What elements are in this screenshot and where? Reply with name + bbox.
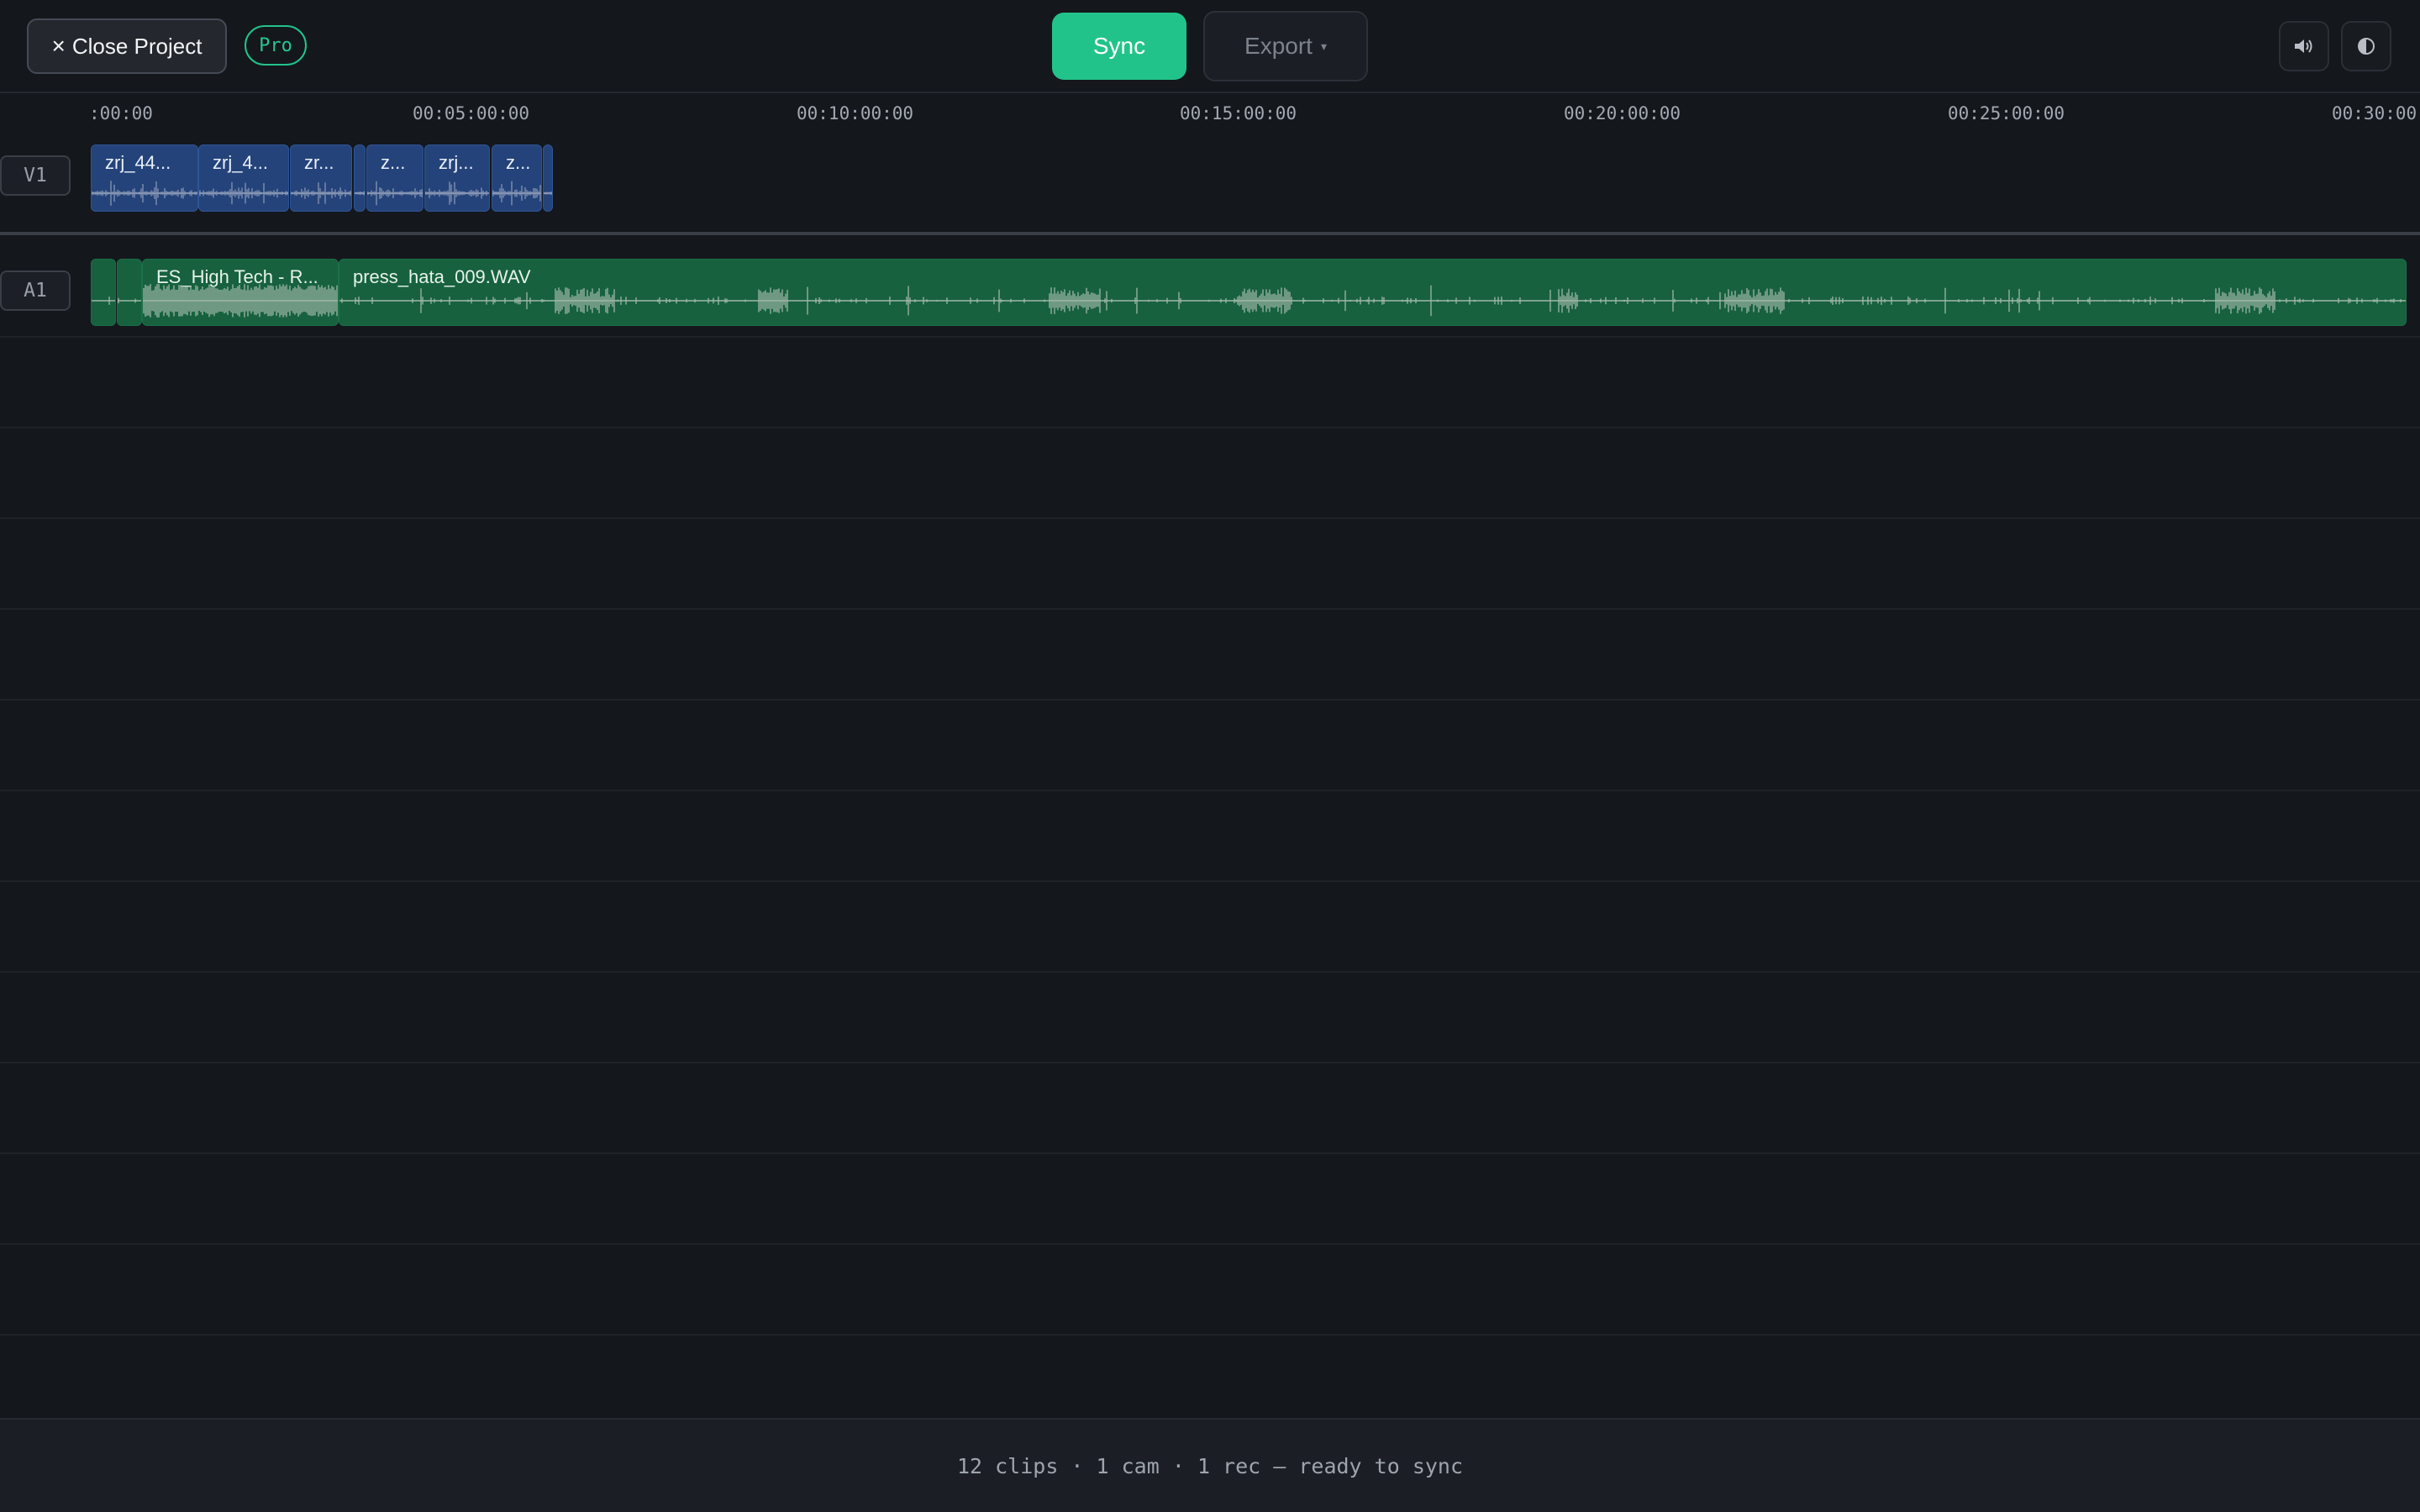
ruler-tick: 00:30:00 — [2332, 103, 2417, 123]
close-icon: × — [51, 33, 66, 59]
track-label-a1[interactable]: A1 — [0, 270, 71, 311]
timeline-lanes[interactable] — [0, 336, 2420, 1418]
close-project-button[interactable]: × Close Project — [27, 18, 227, 74]
ruler-tick: 00:20:00:00 — [1564, 103, 1681, 123]
clip-name: z... — [381, 152, 406, 173]
top-toolbar: × Close Project Pro Sync Export ▾ — [0, 0, 2420, 93]
lane-divider — [0, 1152, 2420, 1154]
export-label: Export — [1244, 33, 1313, 59]
lane-divider — [0, 1062, 2420, 1063]
status-text: 12 clips · 1 cam · 1 rec — ready to sync — [956, 1453, 1464, 1478]
clip-name: zrj_4... — [213, 152, 269, 173]
contrast-icon — [2358, 38, 2375, 55]
clip-name: zr... — [304, 152, 334, 173]
video-clip[interactable] — [354, 144, 366, 212]
video-clip[interactable] — [543, 144, 553, 212]
lane-divider — [0, 971, 2420, 973]
lane-divider — [0, 336, 2420, 338]
audio-clip[interactable] — [91, 259, 116, 326]
clip-name: z... — [506, 152, 531, 173]
clip-name: zrj... — [439, 152, 474, 173]
video-clip[interactable]: zr... — [290, 144, 352, 212]
lane-divider — [0, 880, 2420, 882]
close-project-label: Close Project — [71, 33, 203, 59]
lane-divider — [0, 1334, 2420, 1336]
audio-clip[interactable]: ES_High Tech - R... — [142, 259, 339, 326]
lane-divider — [0, 608, 2420, 610]
lane-divider — [0, 517, 2420, 519]
sync-button[interactable]: Sync — [1052, 13, 1186, 80]
pro-badge: Pro — [245, 25, 307, 66]
track-label-v1[interactable]: V1 — [0, 155, 71, 196]
audio-track-a1: A1 ES_High Tech - R... press_hata_009.WA… — [0, 252, 2420, 336]
audio-clip[interactable]: press_hata_009.WAV — [339, 259, 2407, 326]
status-bar: 12 clips · 1 cam · 1 rec — ready to sync — [0, 1418, 2420, 1512]
clip-name: zrj_44... — [105, 152, 171, 173]
video-clip[interactable]: zrj... — [424, 144, 490, 212]
video-clip[interactable]: zrj_44... — [91, 144, 198, 212]
volume-button[interactable] — [2279, 21, 2329, 71]
chevron-down-icon: ▾ — [1320, 39, 1327, 53]
ruler-tick: 00:25:00:00 — [1948, 103, 2065, 123]
video-track-v1: V1 zrj_44... zrj_4... zr... z... zrj... … — [0, 134, 2420, 232]
video-clip[interactable]: z... — [492, 144, 542, 212]
ruler-tick: 00:15:00:00 — [1180, 103, 1297, 123]
audio-clip[interactable] — [117, 259, 142, 326]
ruler-tick: 00:10:00:00 — [797, 103, 914, 123]
lane-divider — [0, 427, 2420, 428]
lane-divider — [0, 1243, 2420, 1245]
export-button[interactable]: Export ▾ — [1203, 11, 1368, 81]
theme-toggle-button[interactable] — [2341, 21, 2391, 71]
ruler-tick: 00:05:00:00 — [413, 103, 530, 123]
speaker-icon — [2295, 39, 2312, 53]
timeline-ruler[interactable]: :00:00 00:05:00:00 00:10:00:00 00:15:00:… — [0, 95, 2420, 133]
lane-divider — [0, 790, 2420, 791]
video-clip[interactable]: z... — [366, 144, 424, 212]
ruler-tick: :00:00 — [89, 103, 153, 123]
track-divider[interactable] — [0, 232, 2420, 235]
lane-divider — [0, 699, 2420, 701]
video-clip[interactable]: zrj_4... — [198, 144, 289, 212]
